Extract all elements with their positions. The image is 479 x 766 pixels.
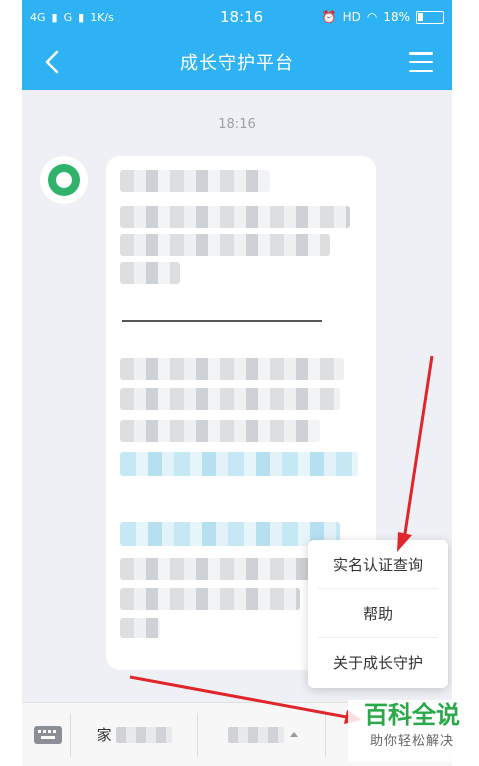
signal-icon-2: ▮ bbox=[78, 10, 85, 24]
blurred-link[interactable] bbox=[120, 452, 358, 476]
blurred-text bbox=[120, 262, 180, 284]
blurred-text bbox=[120, 388, 340, 410]
page-title: 成长守护平台 bbox=[180, 53, 294, 74]
blurred-link[interactable] bbox=[120, 522, 340, 546]
blurred-text bbox=[120, 420, 320, 442]
speed-text: 1K/s bbox=[90, 10, 114, 24]
bot-avatar[interactable] bbox=[40, 156, 88, 204]
blurred-text bbox=[120, 558, 320, 580]
network-g: G bbox=[63, 10, 73, 24]
menu-item-about[interactable]: 关于成长守护 bbox=[318, 638, 438, 687]
menu-icon-bar bbox=[409, 52, 433, 55]
chat-logo-icon bbox=[48, 164, 80, 196]
chat-timestamp: 18:16 bbox=[218, 117, 256, 132]
watermark: 百科全说 助你轻松解决 bbox=[348, 700, 476, 762]
watermark-sub: 助你轻松解决 bbox=[369, 734, 454, 749]
blurred-text bbox=[120, 588, 300, 610]
status-right: ⏰ HD ◠ 18% bbox=[322, 10, 444, 24]
status-left: 4G ▮ G ▮ 1K/s bbox=[30, 11, 200, 24]
keyboard-icon bbox=[34, 725, 62, 744]
caret-up-icon bbox=[290, 732, 299, 737]
blurred-text bbox=[120, 358, 344, 380]
chevron-left-icon bbox=[45, 50, 59, 74]
blurred-text bbox=[120, 170, 270, 192]
blurred-text bbox=[115, 726, 172, 743]
menu-icon-bar bbox=[409, 69, 433, 72]
menu-icon-bar bbox=[409, 60, 433, 64]
divider-line bbox=[122, 320, 322, 322]
alarm-icon: ⏰ bbox=[321, 10, 337, 24]
blurred-text bbox=[120, 234, 330, 256]
signal-icon: ▮ bbox=[51, 10, 58, 24]
bottom-tab-2[interactable] bbox=[197, 712, 324, 757]
wifi-icon: ◠ bbox=[366, 10, 378, 24]
popup-menu: 实名认证查询 帮助 关于成长守护 bbox=[308, 540, 448, 688]
menu-item-help[interactable]: 帮助 bbox=[318, 589, 438, 638]
status-bar: 4G ▮ G ▮ 1K/s 18:16 ⏰ HD ◠ 18% bbox=[22, 0, 452, 34]
status-time: 18:16 bbox=[220, 8, 264, 26]
watermark-main: 百科全说 bbox=[364, 701, 460, 729]
blurred-text bbox=[120, 618, 160, 638]
network-4g: 4G bbox=[30, 10, 46, 24]
menu-button[interactable] bbox=[406, 48, 436, 76]
battery-percent: 18% bbox=[383, 10, 410, 24]
bottom-tab-label: 家 bbox=[96, 726, 112, 744]
blurred-text bbox=[228, 726, 285, 743]
phone-screen: 4G ▮ G ▮ 1K/s 18:16 ⏰ HD ◠ 18% 成长守护平台 18… bbox=[22, 0, 452, 766]
bottom-tab-home[interactable]: 家 bbox=[70, 712, 197, 757]
hd-label: HD bbox=[342, 10, 361, 24]
menu-item-realname-query[interactable]: 实名认证查询 bbox=[318, 540, 438, 589]
blurred-text bbox=[120, 206, 350, 228]
back-button[interactable] bbox=[36, 46, 68, 78]
title-bar: 成长守护平台 bbox=[22, 34, 452, 90]
keyboard-toggle-button[interactable] bbox=[26, 713, 70, 757]
battery-icon bbox=[416, 10, 444, 24]
